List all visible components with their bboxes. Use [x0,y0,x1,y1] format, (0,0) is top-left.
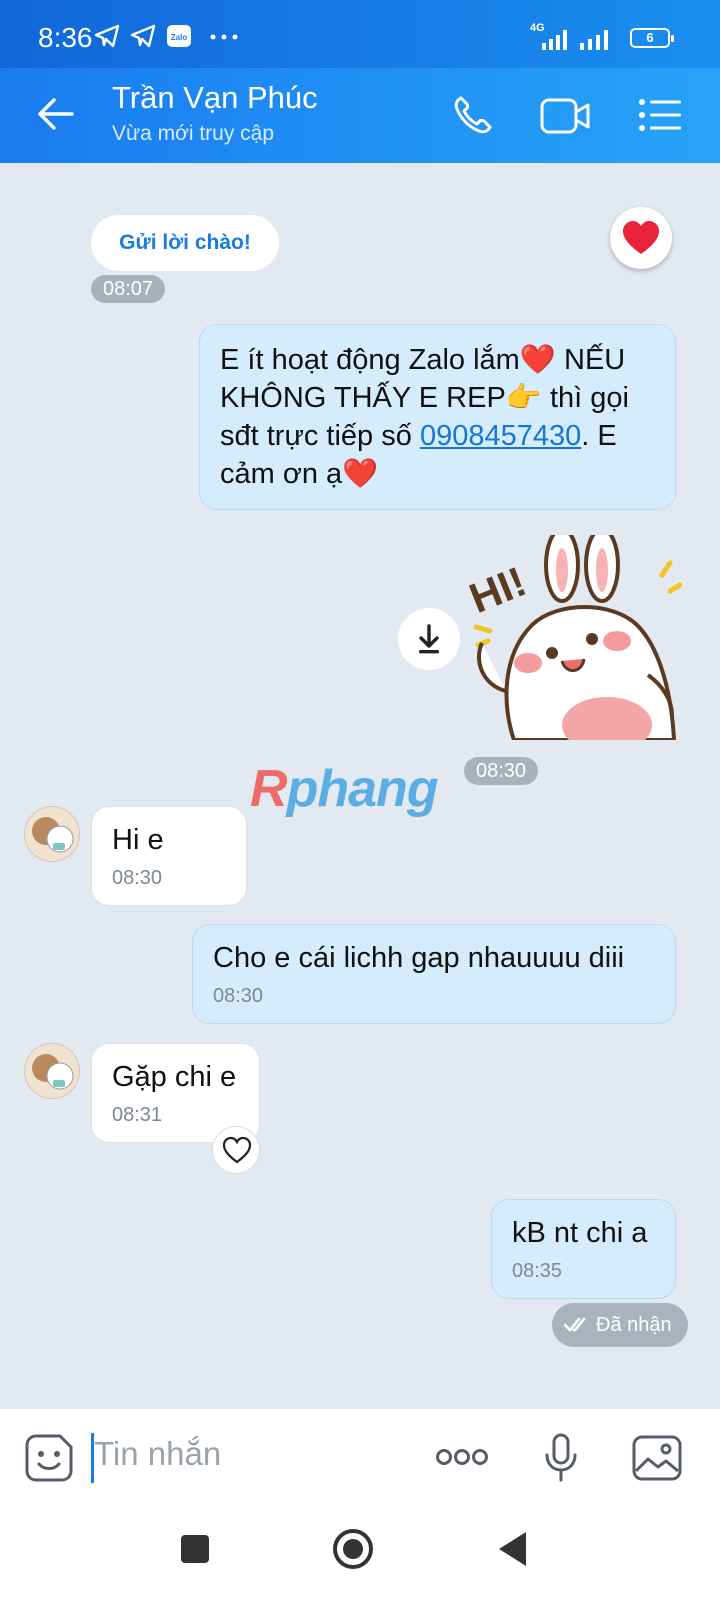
download-button[interactable] [398,608,460,670]
double-check-icon [564,1317,586,1332]
more-notifications-icon [210,34,238,40]
image-icon[interactable] [632,1435,682,1481]
signal-icon [580,30,608,50]
system-nav-bar [0,1504,720,1600]
telegram-icon [94,24,120,48]
more-dots-icon[interactable] [436,1447,488,1467]
heart-outline-icon [222,1136,252,1164]
chat-area[interactable]: Gửi lời chào! 08:07 E ít hoạt động Zalo … [0,163,720,1408]
microphone-icon[interactable] [544,1433,578,1483]
message-time: 08:35 [512,1260,563,1282]
message-input-bar: Tin nhắn [0,1408,720,1504]
home-icon[interactable] [332,1528,374,1570]
message-text: Cho e cái lichh gap nhauuuu diii [213,942,625,974]
svg-text:Zalo: Zalo [171,33,188,42]
greeting-button[interactable]: Gửi lời chào! [91,215,279,271]
message-text: Hi e [112,824,164,856]
reaction-button[interactable] [212,1126,260,1174]
message-time: 08:30 [112,867,163,889]
message-bubble-incoming[interactable]: Hi e 08:30 [91,806,247,906]
phone-link[interactable]: 0908457430 [420,420,581,452]
message-bubble-outgoing[interactable]: kB nt chi a 08:35 [491,1199,676,1299]
back-nav-icon[interactable] [496,1530,530,1568]
timestamp: 08:30 [464,757,539,785]
contact-status: Vừa mới truy cập [112,122,275,145]
phone-icon[interactable] [452,94,494,136]
message-bubble-outgoing[interactable]: Cho e cái lichh gap nhauuuu diii 08:30 [192,924,676,1024]
contact-avatar[interactable] [24,1043,80,1099]
download-icon [419,624,439,654]
video-camera-icon[interactable] [540,98,590,134]
battery-indicator: 6 [630,28,674,48]
send-heart-button[interactable] [610,207,672,269]
message-time: 08:31 [112,1104,163,1126]
status-bar: 8:36 Zalo 4G 6 [0,0,720,68]
contact-avatar[interactable] [24,806,80,862]
delivery-status: Đã nhận [552,1303,688,1347]
message-time: 08:30 [213,985,264,1007]
status-time: 8:36 [38,22,93,53]
message-text: Gặp chi e [112,1061,237,1093]
watermark-part: phang [286,760,439,818]
chat-header: Trần Vạn Phúc Vừa mới truy cập [0,68,720,163]
contact-name[interactable]: Trần Vạn Phúc [112,80,318,116]
telegram-icon [130,24,156,48]
watermark-part: R [250,760,288,818]
zalo-icon: Zalo [167,25,191,47]
heart-icon [623,221,659,254]
sticker-face-icon[interactable] [24,1433,74,1483]
signal-icon [542,30,567,50]
message-bubble-outgoing[interactable]: E ít hoạt động Zalo lắm❤️ NẾU KHÔNG THẤY… [199,324,676,510]
message-input[interactable]: Tin nhắn [94,1435,221,1473]
back-arrow-icon[interactable] [36,96,76,132]
delivery-status-text: Đã nhận [596,1314,672,1336]
hi-bunny-sticker[interactable]: HI! [462,535,682,740]
recents-icon[interactable] [180,1534,210,1564]
message-text: kB nt chi a [512,1217,648,1249]
list-menu-icon[interactable] [638,98,682,132]
sticker-text: HI! [463,557,533,622]
avatar-image [32,1054,74,1090]
timestamp: 08:07 [91,275,166,303]
avatar-image [32,817,74,853]
watermark: Rphang [250,759,439,819]
